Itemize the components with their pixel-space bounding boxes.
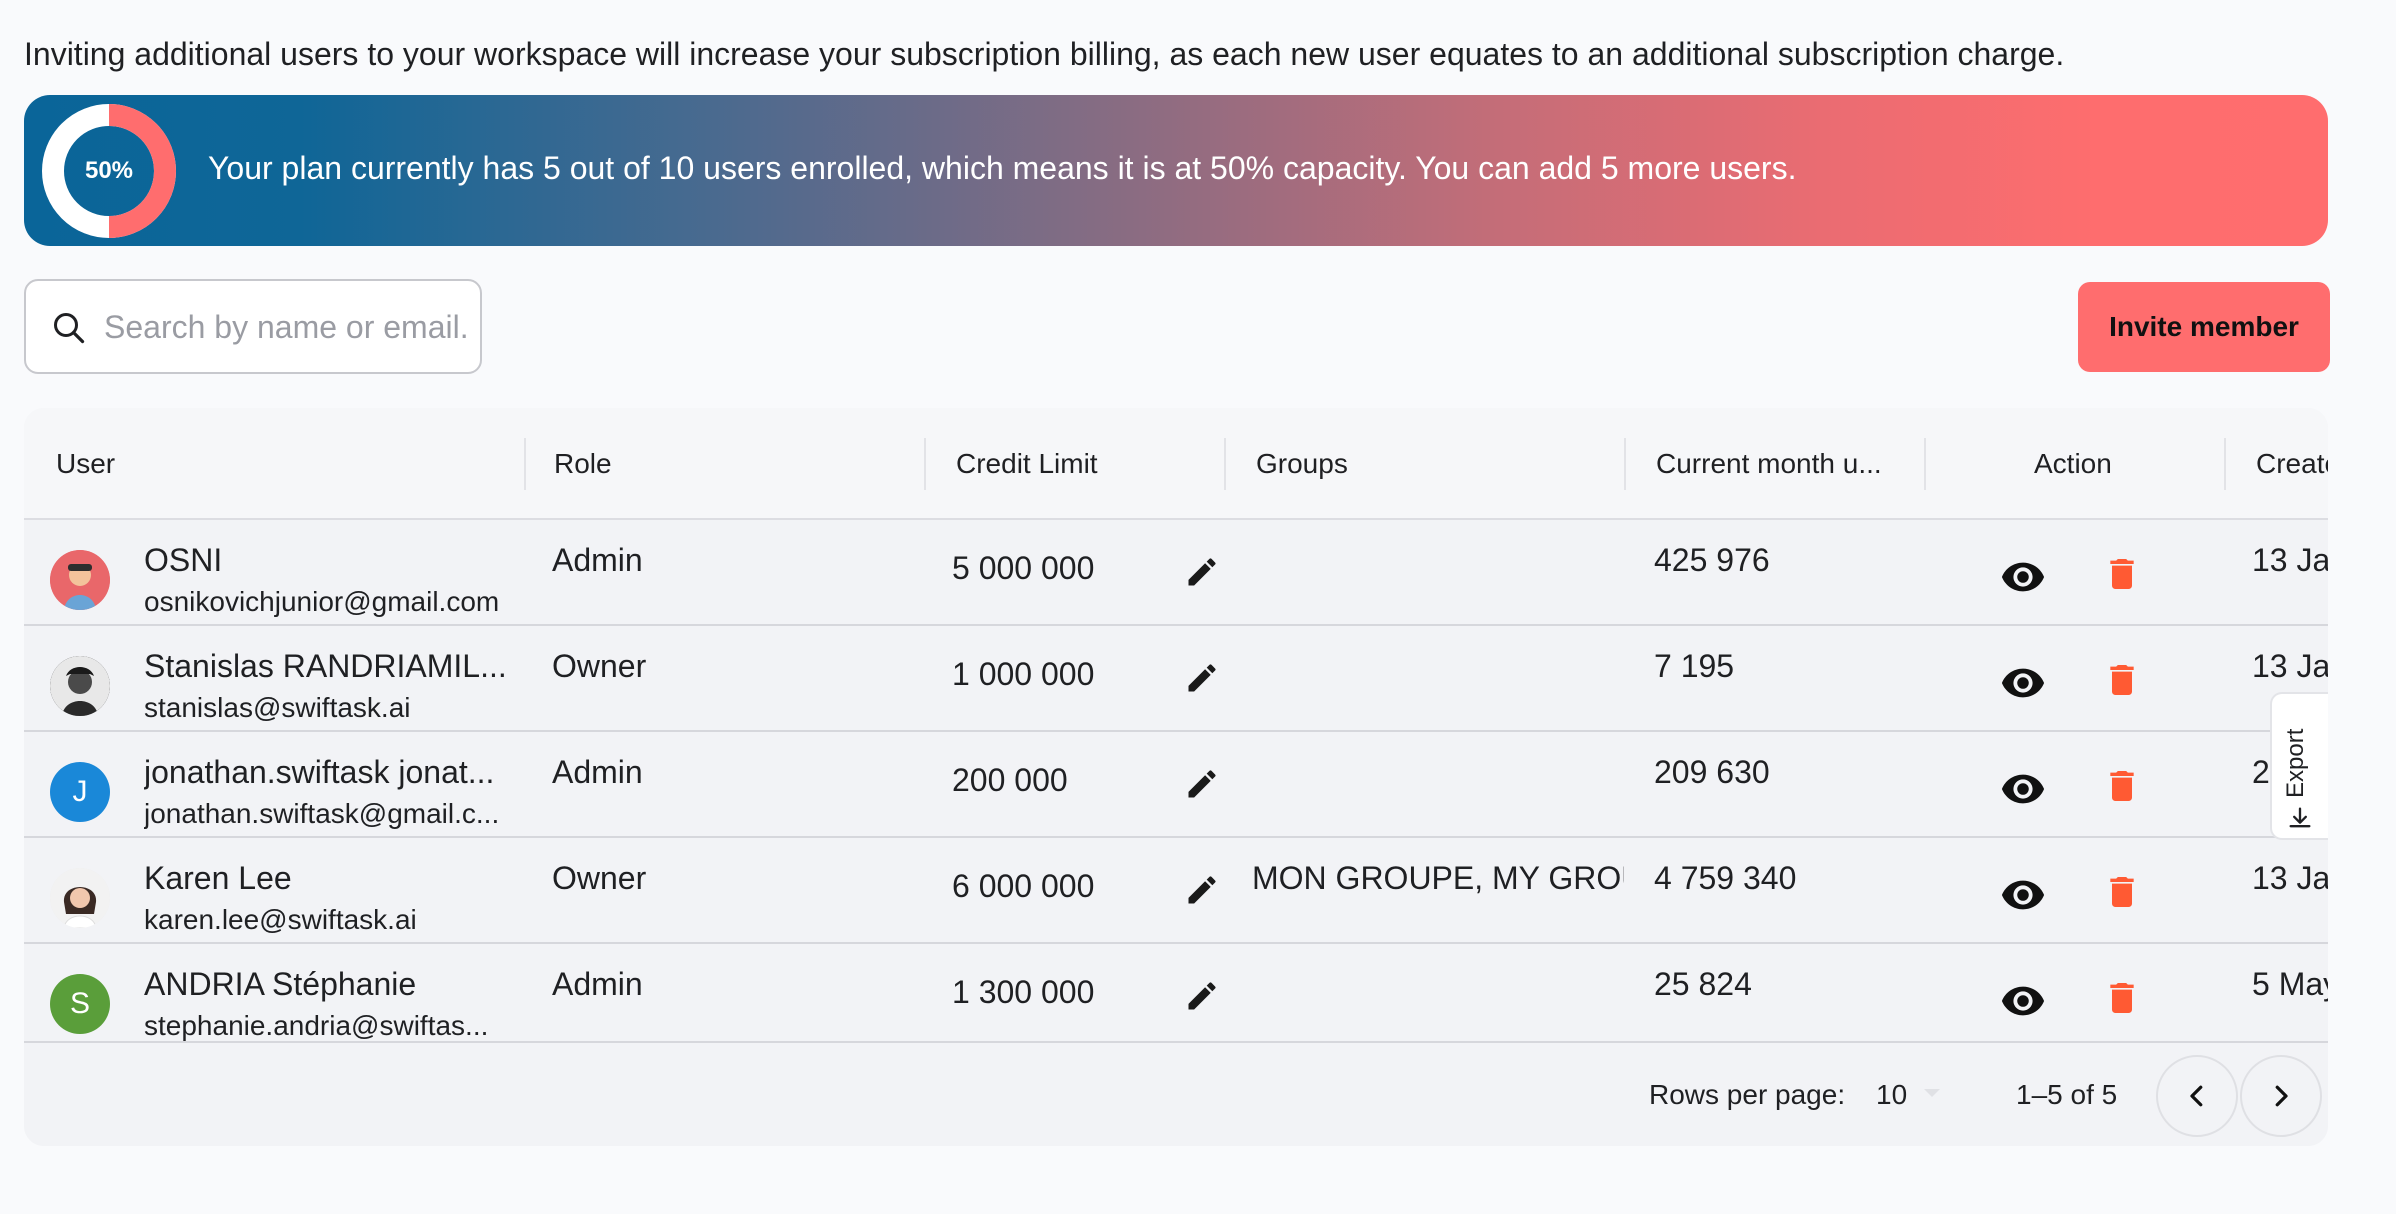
credit-limit: 1 300 000 [952,974,1095,1010]
pencil-icon[interactable] [1184,872,1220,908]
trash-icon[interactable] [2102,660,2142,700]
eye-icon[interactable] [2000,554,2046,600]
chevron-left-icon [2190,1085,2203,1107]
current-month-usage: 4 759 340 [1654,860,1797,896]
export-tab[interactable]: Export [2270,692,2328,840]
trash-icon[interactable] [2102,766,2142,806]
current-month-usage: 7 195 [1654,648,1735,684]
billing-notice: Inviting additional users to your worksp… [24,36,2065,72]
capacity-banner: 50% Your plan currently has 5 out of 10 … [24,95,2328,246]
user-email: karen.lee@swiftask.ai [144,904,417,935]
table-pagination: Rows per page: 10 1–5 of 5 [24,1043,2328,1146]
chevron-right-icon [2275,1085,2288,1107]
next-page-button[interactable] [2240,1055,2322,1137]
avatar: J [50,762,110,822]
trash-icon[interactable] [2102,554,2142,594]
download-icon [2289,807,2311,828]
rows-per-page-label: Rows per page: [1649,1079,1846,1110]
column-header-user[interactable]: User [56,448,115,480]
members-table: User Role Credit Limit Groups Current mo… [24,408,2328,1146]
pencil-icon[interactable] [1184,978,1220,1014]
table-row: OSNI osnikovichjunior@gmail.com Admin 5 … [24,520,2328,626]
column-header-created[interactable]: Create [2256,448,2328,480]
user-role: Admin [552,542,643,578]
pencil-icon[interactable] [1184,554,1220,590]
credit-limit: 6 000 000 [952,868,1095,904]
created-date: 5 May [2252,966,2328,1002]
user-role: Owner [552,860,647,896]
export-label: Export [2282,728,2309,798]
created-date: 13 Jar [2252,860,2328,896]
current-month-usage: 425 976 [1654,542,1770,578]
user-email: osnikovichjunior@gmail.com [144,586,500,617]
created-date: 13 Jar [2252,542,2328,578]
eye-icon[interactable] [2000,978,2046,1024]
search-input[interactable] [104,303,466,351]
current-month-usage: 25 824 [1654,966,1752,1002]
user-email: jonathan.swiftask@gmail.c... [144,798,500,829]
pencil-icon[interactable] [1184,766,1220,802]
table-row: Stanislas RANDRIAMIL... stanislas@swifta… [24,626,2328,732]
eye-icon[interactable] [2000,872,2046,918]
rows-per-page-select[interactable]: 10 [1876,1079,1907,1111]
invite-member-button[interactable]: Invite member [2078,282,2330,372]
column-header-credit-limit[interactable]: Credit Limit [956,448,1098,480]
current-month-usage: 209 630 [1654,754,1770,790]
search-icon [54,313,85,344]
user-name: Karen Lee [144,860,292,896]
user-name: OSNI [144,542,223,578]
column-header-usage[interactable]: Current month u... [1656,448,1882,480]
table-row: Karen Lee karen.lee@swiftask.ai Owner 6 … [24,838,2328,944]
avatar: S [50,974,110,1034]
table-row: S ANDRIA Stéphanie stephanie.andria@swif… [24,944,2328,1043]
previous-page-button[interactable] [2156,1055,2238,1137]
created-date: 13 Jar [2252,648,2328,684]
column-header-action: Action [2034,448,2112,479]
user-role: Admin [552,754,643,790]
avatar [50,550,110,610]
chevron-down-icon[interactable] [1924,1089,1940,1097]
avatar [50,868,110,928]
eye-icon[interactable] [2000,766,2046,812]
pagination-range: 1–5 of 5 [2016,1079,2118,1110]
capacity-text: Your plan currently has 5 out of 10 user… [208,150,1797,186]
column-header-role[interactable]: Role [554,448,612,480]
user-name: ANDRIA Stéphanie [144,966,417,1002]
table-header: User Role Credit Limit Groups Current mo… [24,408,2328,520]
credit-limit: 200 000 [952,762,1068,798]
avatar [50,656,110,716]
user-email: stanislas@swiftask.ai [144,692,411,723]
search-box[interactable] [24,279,482,374]
credit-limit: 5 000 000 [952,550,1095,586]
pencil-icon[interactable] [1184,660,1220,696]
column-header-groups[interactable]: Groups [1256,448,1348,480]
user-name: Stanislas RANDRIAMIL... [144,648,507,684]
user-name: jonathan.swiftask jonat... [144,754,495,790]
trash-icon[interactable] [2102,872,2142,912]
eye-icon[interactable] [2000,660,2046,706]
user-groups: MON GROUPE, MY GROUP [1252,860,1624,896]
table-row: J jonathan.swiftask jonat... jonathan.sw… [24,732,2328,838]
user-role: Admin [552,966,643,1002]
user-email: stephanie.andria@swiftas... [144,1010,489,1041]
credit-limit: 1 000 000 [952,656,1095,692]
trash-icon[interactable] [2102,978,2142,1018]
capacity-percent: 50% [84,157,134,184]
user-role: Owner [552,648,647,684]
